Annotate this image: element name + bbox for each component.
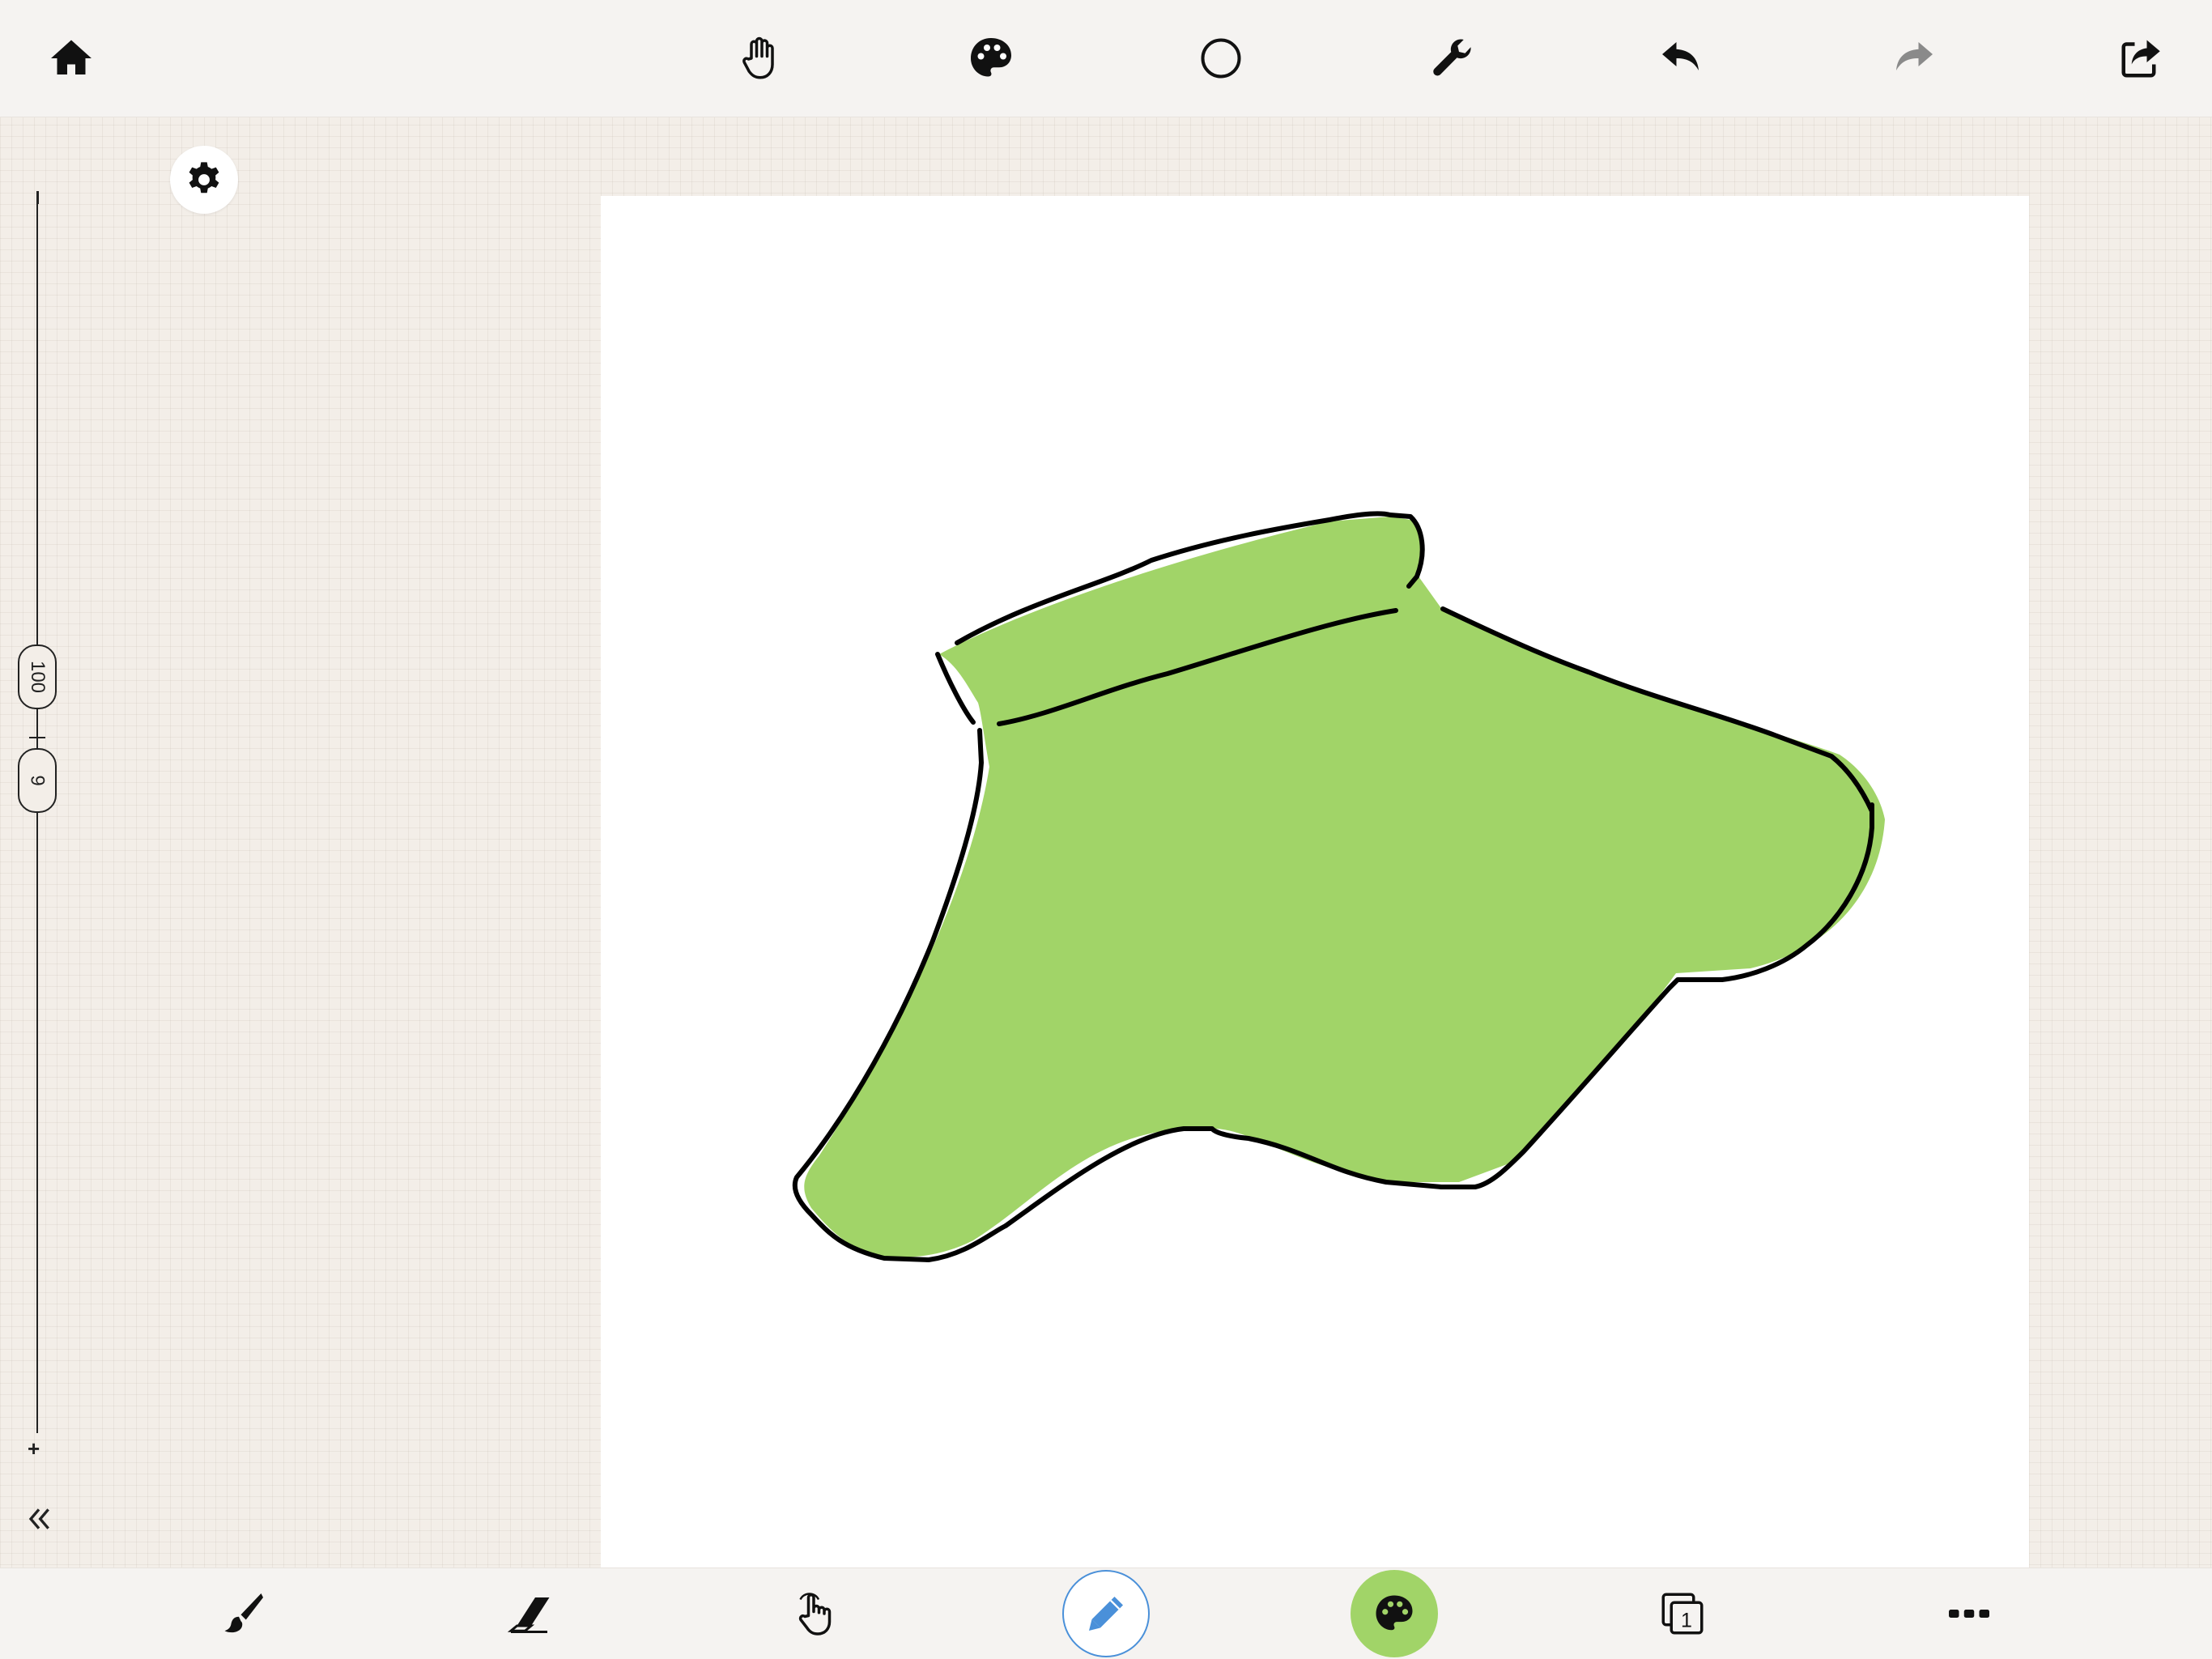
- drawing-canvas[interactable]: [601, 196, 2029, 1568]
- tools-button[interactable]: [1414, 19, 1491, 97]
- green-shape-fill: [804, 517, 1885, 1257]
- more-options-button[interactable]: [1924, 1568, 2014, 1659]
- home-button[interactable]: [32, 19, 110, 97]
- settings-button[interactable]: [170, 146, 238, 214]
- hand-tool-button[interactable]: [721, 19, 798, 97]
- layer-count: 1: [1681, 1609, 1692, 1631]
- brush-size-handle[interactable]: 100: [18, 644, 57, 709]
- top-toolbar: [0, 0, 2212, 117]
- slider-max-label: +: [28, 1436, 40, 1461]
- wrench-icon: [1433, 39, 1471, 76]
- undo-button[interactable]: [1644, 19, 1721, 97]
- eraser-icon: [507, 1597, 550, 1633]
- current-color-swatch: [1351, 1570, 1438, 1657]
- slider-min-label: [31, 191, 44, 204]
- gear-icon: [189, 162, 219, 194]
- brush-tool-button[interactable]: [198, 1568, 288, 1659]
- brush-size-value: 100: [26, 660, 49, 694]
- eraser-tool-button[interactable]: [486, 1568, 576, 1659]
- hand-icon: [742, 36, 774, 79]
- undo-icon: [1662, 42, 1699, 70]
- brush-size-slider-track[interactable]: [36, 202, 38, 1433]
- layers-icon: 1: [1661, 1593, 1704, 1635]
- palette-icon: [1376, 1595, 1413, 1631]
- redo-icon: [1896, 42, 1933, 70]
- share-button[interactable]: [2102, 19, 2180, 97]
- touch-tool-button[interactable]: [769, 1568, 860, 1659]
- brush-opacity-value: 9: [26, 775, 49, 786]
- color-button[interactable]: [1349, 1568, 1440, 1659]
- redo-button[interactable]: [1874, 19, 1951, 97]
- share-icon: [2121, 40, 2160, 78]
- pencil-tool-button[interactable]: [1061, 1568, 1151, 1659]
- circle-icon: [1201, 38, 1241, 79]
- drawing-artwork: [792, 511, 1885, 1262]
- brush-icon: [224, 1593, 263, 1633]
- brush-opacity-handle[interactable]: 9: [18, 748, 57, 813]
- palette-icon: [971, 38, 1011, 77]
- touch-hand-icon: [798, 1593, 832, 1636]
- layers-button[interactable]: 1: [1637, 1568, 1728, 1659]
- collapse-panel-button[interactable]: [16, 1496, 62, 1542]
- pencil-icon: [1089, 1597, 1123, 1631]
- color-palette-button[interactable]: [952, 19, 1030, 97]
- shape-tool-button[interactable]: [1182, 19, 1260, 97]
- double-chevron-left-icon: [28, 1508, 49, 1529]
- bottom-toolbar: 1: [0, 1568, 2212, 1659]
- slider-divider: [29, 737, 45, 738]
- pencil-tool-active-indicator: [1062, 1570, 1150, 1657]
- home-icon: [51, 40, 91, 74]
- more-icon: [1949, 1610, 1989, 1618]
